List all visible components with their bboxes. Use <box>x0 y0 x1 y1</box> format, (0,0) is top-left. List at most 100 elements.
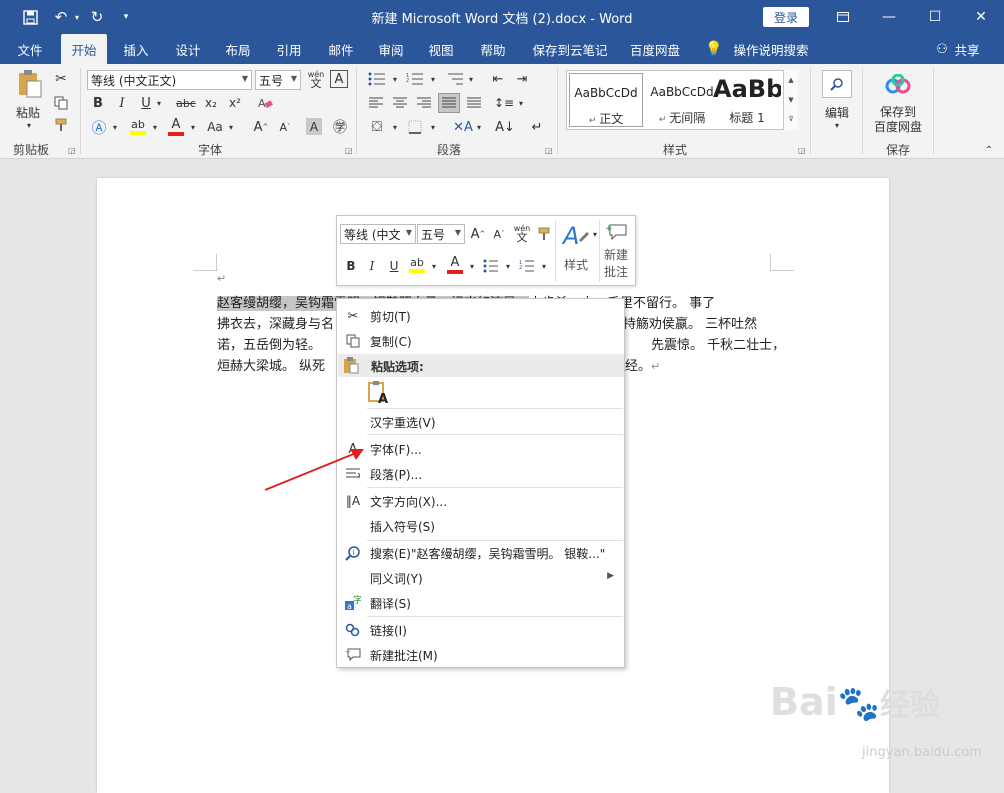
align-right-icon[interactable] <box>414 94 434 112</box>
tab-view[interactable]: 视图 <box>420 34 462 64</box>
bold-icon[interactable]: B <box>90 94 106 112</box>
tab-baidu-netdisk[interactable]: 百度网盘 <box>624 34 686 64</box>
increase-indent-icon[interactable]: ⇥ <box>512 70 532 88</box>
align-left-icon[interactable] <box>366 94 386 112</box>
highlight-icon[interactable]: ab <box>128 116 148 138</box>
minimize-icon[interactable]: — <box>866 0 912 34</box>
shrink-font-icon[interactable]: Aˇ <box>276 117 294 137</box>
tab-home[interactable]: 开始 <box>61 34 107 64</box>
menu-item-new-comment[interactable]: + 新建批注(M) <box>337 643 624 667</box>
save-baidu-label-2[interactable]: 百度网盘 <box>868 119 928 134</box>
font-color-dropdown-icon[interactable]: ▾ <box>188 117 198 137</box>
grow-font-icon[interactable]: A ^ <box>470 224 486 244</box>
menu-item-paragraph[interactable]: 段落(P)... <box>337 462 624 486</box>
font-color-icon[interactable]: A <box>445 254 465 276</box>
close-icon[interactable]: ✕ <box>958 0 1004 34</box>
clear-formatting-icon[interactable]: A <box>256 94 274 112</box>
subscript-icon[interactable]: x₂ <box>202 94 220 112</box>
mini-font-name-combo[interactable]: 等线 (中文 ▼ <box>340 224 416 244</box>
font-size-combo[interactable]: 五号 ▼ <box>255 70 301 90</box>
change-case-icon[interactable]: Aa <box>204 117 226 137</box>
bold-icon[interactable]: B <box>344 256 358 276</box>
tab-help[interactable]: 帮助 <box>472 34 514 64</box>
justify-icon[interactable] <box>438 93 460 113</box>
highlight-dropdown-icon[interactable]: ▾ <box>150 117 160 137</box>
style-normal[interactable]: AaBbCcDd ↵ 正文 <box>569 73 643 127</box>
character-shading-icon[interactable]: A <box>306 118 322 135</box>
distributed-icon[interactable] <box>464 94 484 112</box>
editing-label[interactable]: 编辑 <box>820 104 854 120</box>
underline-icon[interactable]: U <box>387 256 401 276</box>
maximize-icon[interactable]: ☐ <box>912 0 958 34</box>
tab-review[interactable]: 审阅 <box>370 34 412 64</box>
paste-label[interactable]: 粘贴 <box>10 104 46 120</box>
phonetic-guide-icon[interactable]: wén 文 <box>304 68 328 90</box>
lightbulb-icon[interactable]: 💡 <box>705 34 723 64</box>
tab-layout[interactable]: 布局 <box>218 34 258 64</box>
ribbon-display-options-icon[interactable] <box>820 0 866 34</box>
keep-text-only-icon[interactable]: A <box>367 379 391 405</box>
save-baidu-label-1[interactable]: 保存到 <box>868 104 928 119</box>
numbering-icon[interactable]: 12 <box>517 256 537 276</box>
numbering-dropdown-icon[interactable]: ▾ <box>428 70 438 88</box>
customize-qat-icon[interactable]: ▾ <box>120 6 132 28</box>
scroll-down-icon[interactable]: ▼ <box>784 90 798 110</box>
paragraph-launcher-icon[interactable]: ◲ <box>545 146 553 155</box>
bullets-dropdown-icon[interactable]: ▾ <box>503 256 513 276</box>
mini-font-size-combo[interactable]: 五号 ▼ <box>417 224 465 244</box>
styles-label[interactable]: 样式 <box>559 256 593 272</box>
tab-save-cloud-note[interactable]: 保存到云笔记 <box>525 34 615 64</box>
superscript-icon[interactable]: x² <box>226 94 244 112</box>
italic-icon[interactable]: I <box>365 256 379 276</box>
scroll-up-icon[interactable]: ▲ <box>784 70 798 90</box>
enclose-characters-icon[interactable]: ㊫ <box>330 117 350 137</box>
menu-item-translate[interactable]: a字 翻译(S) <box>337 591 624 615</box>
chinese-layout-icon[interactable]: ✕A <box>452 117 474 137</box>
character-border-icon[interactable]: A <box>330 70 348 88</box>
italic-icon[interactable]: I <box>114 94 130 112</box>
login-button[interactable]: 登录 <box>763 7 809 27</box>
align-center-icon[interactable] <box>390 94 410 112</box>
borders-icon[interactable] <box>404 117 426 137</box>
underline-icon[interactable]: U <box>138 94 154 112</box>
new-comment-label-2[interactable]: 批注 <box>601 264 631 279</box>
text-effects-dropdown-icon[interactable]: ▾ <box>110 117 120 137</box>
strikethrough-icon[interactable]: abc <box>176 94 196 112</box>
menu-item-text-direction[interactable]: ‖A 文字方向(X)... <box>337 489 624 513</box>
styles-icon[interactable]: A <box>559 220 593 250</box>
numbering-icon[interactable]: 12 <box>404 70 426 88</box>
menu-item-reconvert[interactable]: 汉字重选(V) <box>337 410 624 434</box>
font-color-dropdown-icon[interactable]: ▾ <box>467 256 477 276</box>
tab-references[interactable]: 引用 <box>268 34 310 64</box>
highlight-dropdown-icon[interactable]: ▾ <box>429 256 439 276</box>
multilevel-dropdown-icon[interactable]: ▾ <box>466 70 476 88</box>
menu-item-font[interactable]: A 字体(F)... <box>337 437 624 461</box>
underline-dropdown-icon[interactable]: ▾ <box>154 94 164 112</box>
find-icon[interactable] <box>822 70 852 98</box>
text-effects-icon[interactable]: Ⓐ <box>90 117 108 137</box>
bullets-icon[interactable] <box>481 256 501 276</box>
styles-launcher-icon[interactable]: ◲ <box>798 146 806 155</box>
bullets-icon[interactable] <box>366 70 388 88</box>
bullets-dropdown-icon[interactable]: ▾ <box>390 70 400 88</box>
clipboard-launcher-icon[interactable]: ◲ <box>68 146 76 155</box>
highlight-icon[interactable]: ab <box>407 254 427 276</box>
cut-icon[interactable]: ✂ <box>52 70 70 88</box>
menu-item-copy[interactable]: 复制(C) <box>337 329 624 353</box>
editing-dropdown-icon[interactable]: ▾ <box>832 120 842 130</box>
menu-item-insert-symbol[interactable]: 插入符号(S) <box>337 514 624 538</box>
line-spacing-icon[interactable]: ↕≡ <box>494 94 514 112</box>
styles-more-icon[interactable]: ⊽ <box>784 110 798 128</box>
format-painter-icon[interactable] <box>52 116 70 134</box>
shading-dropdown-icon[interactable]: ▾ <box>390 117 400 137</box>
menu-item-synonyms[interactable]: 同义词(Y) ▶ <box>337 566 624 590</box>
styles-dropdown-icon[interactable]: ▾ <box>591 228 599 240</box>
redo-icon[interactable]: ↻ <box>88 6 106 28</box>
styles-scroll[interactable]: ▲ ▼ ⊽ <box>783 70 798 130</box>
line-spacing-dropdown-icon[interactable]: ▾ <box>516 94 526 112</box>
phonetic-guide-icon[interactable]: wén 文 <box>511 222 533 244</box>
save-icon[interactable] <box>20 6 40 28</box>
sort-icon[interactable]: A↓ <box>494 117 516 137</box>
font-color-icon[interactable]: A <box>166 116 186 138</box>
decrease-indent-icon[interactable]: ⇤ <box>488 70 508 88</box>
